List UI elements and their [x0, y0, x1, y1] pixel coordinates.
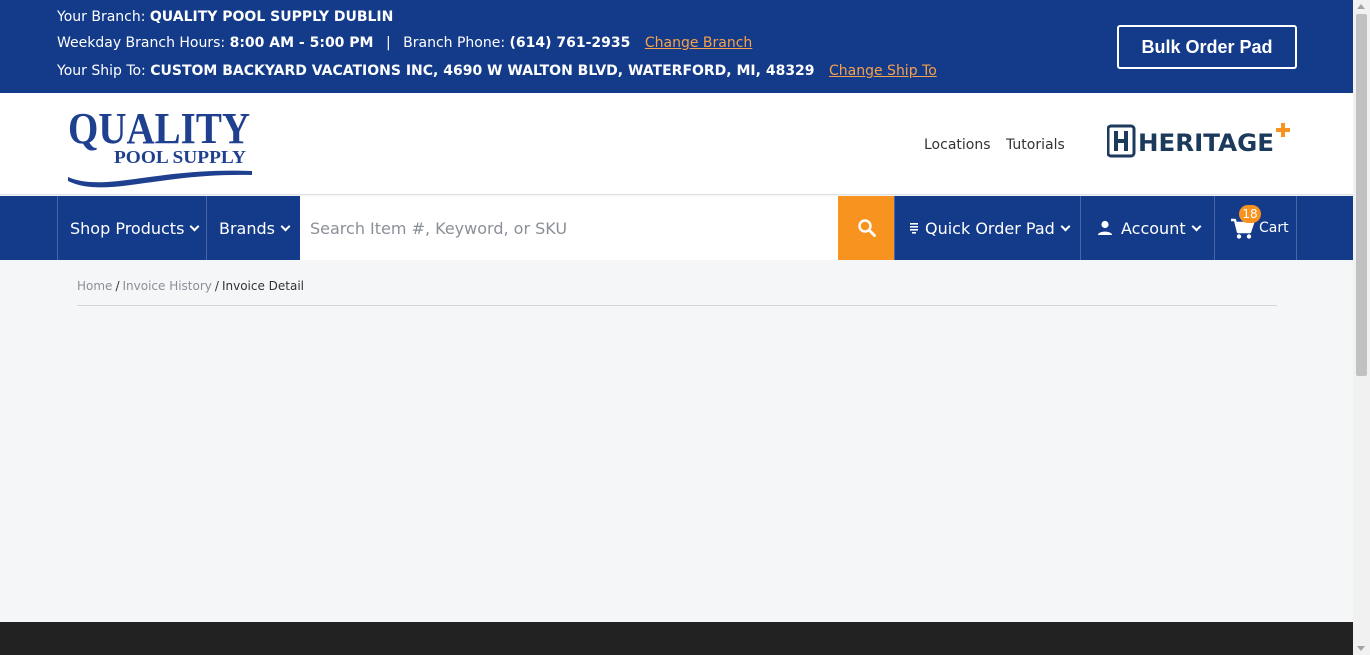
cart-count-badge: 18: [1239, 205, 1261, 223]
main-nav-bar: Shop Products Brands Quick Order Pad Acc…: [0, 196, 1353, 260]
search-field-container: [300, 196, 838, 260]
branch-label: Your Branch:: [57, 9, 146, 25]
shipto-line: Your Ship To: CUSTOM BACKYARD VACATIONS …: [57, 63, 937, 79]
scroll-up-arrow-icon[interactable]: [1357, 4, 1365, 9]
brands-menu[interactable]: Brands: [206, 196, 300, 260]
shop-products-menu[interactable]: Shop Products: [57, 196, 207, 260]
tutorials-link[interactable]: Tutorials: [1006, 137, 1065, 153]
chevron-down-icon: [1191, 221, 1202, 231]
change-branch-link[interactable]: Change Branch: [645, 35, 752, 51]
breadcrumb-home[interactable]: Home: [77, 279, 112, 293]
chevron-down-icon: [280, 221, 291, 231]
quality-pool-supply-logo[interactable]: QUALITY POOL SUPPLY: [66, 101, 254, 189]
chevron-down-icon: [1060, 221, 1071, 231]
page-scrollbar[interactable]: [1353, 0, 1370, 655]
breadcrumb-current: Invoice Detail: [221, 279, 305, 293]
logo-text-quality: QUALITY: [68, 104, 250, 153]
phone-value: (614) 761-2935: [509, 35, 631, 51]
hours-label: Weekday Branch Hours:: [57, 35, 226, 51]
account-label: Account: [1121, 218, 1186, 238]
search-input[interactable]: [310, 218, 838, 238]
hours-line: Weekday Branch Hours: 8:00 AM - 5:00 PM …: [57, 35, 752, 51]
heritage-h-right: [1124, 131, 1128, 151]
breadcrumb-separator: /: [214, 279, 219, 293]
scroll-thumb[interactable]: [1356, 14, 1367, 376]
shipto-label: Your Ship To:: [57, 63, 146, 79]
heritage-h-bar: [1118, 139, 1124, 143]
search-icon: [857, 219, 876, 237]
site-header: QUALITY POOL SUPPLY Locations Tutorials …: [0, 93, 1353, 195]
hours-value: 8:00 AM - 5:00 PM: [229, 35, 374, 51]
separator: |: [385, 35, 391, 51]
heritage-plus-horizontal: [1276, 128, 1290, 132]
scroll-down-arrow-icon[interactable]: [1357, 646, 1365, 651]
user-icon: [1098, 220, 1112, 235]
quick-order-pad-label: Quick Order Pad: [925, 218, 1055, 238]
breadcrumb: Home / Invoice History / Invoice Detail: [77, 279, 304, 293]
list-icon: [910, 223, 918, 234]
heritage-plus-logo[interactable]: HERITAGE: [1107, 123, 1292, 161]
phone-label: Branch Phone:: [403, 35, 506, 51]
breadcrumb-divider: [77, 305, 1277, 306]
cart-icon-wrapper: 18: [1229, 205, 1261, 241]
account-menu[interactable]: Account: [1080, 196, 1215, 260]
logo-wave-shape: [68, 170, 252, 188]
breadcrumb-invoice-history[interactable]: Invoice History: [122, 279, 211, 293]
branch-line: Your Branch: QUALITY POOL SUPPLY DUBLIN: [57, 9, 393, 25]
locations-link[interactable]: Locations: [924, 137, 991, 153]
quick-order-pad-menu[interactable]: Quick Order Pad: [894, 196, 1081, 260]
cart-label: Cart: [1259, 220, 1289, 236]
brands-label: Brands: [219, 218, 275, 238]
heritage-h-left: [1114, 131, 1118, 151]
breadcrumb-separator: /: [115, 279, 120, 293]
logo-text-pool-supply: POOL SUPPLY: [114, 147, 246, 167]
shipto-value: CUSTOM BACKYARD VACATIONS INC, 4690 W WA…: [150, 63, 815, 79]
chevron-down-icon: [189, 221, 200, 231]
search-button[interactable]: [838, 196, 895, 260]
top-info-bar: Your Branch: QUALITY POOL SUPPLY DUBLIN …: [0, 0, 1353, 93]
branch-name: QUALITY POOL SUPPLY DUBLIN: [149, 9, 394, 25]
shop-products-label: Shop Products: [70, 218, 185, 238]
change-shipto-link[interactable]: Change Ship To: [829, 63, 937, 79]
site-footer: [0, 622, 1353, 655]
bulk-order-pad-button[interactable]: Bulk Order Pad: [1117, 25, 1297, 69]
cart-button[interactable]: 18 Cart: [1214, 196, 1297, 260]
heritage-text: HERITAGE: [1138, 129, 1274, 157]
